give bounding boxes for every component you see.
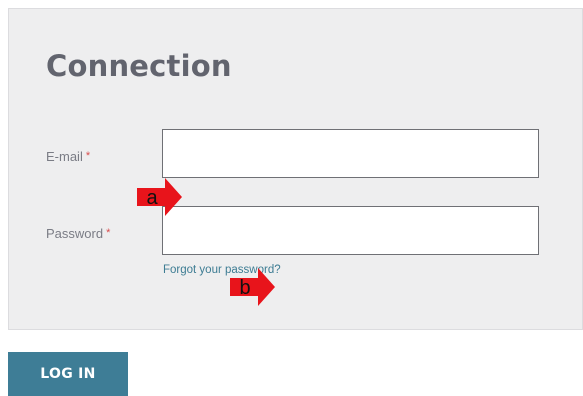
annotation-label-b: b bbox=[239, 277, 251, 299]
password-label: Password * bbox=[46, 226, 110, 241]
email-label: E-mail * bbox=[46, 149, 90, 164]
password-label-text: Password bbox=[46, 226, 104, 241]
login-button[interactable]: LOG IN bbox=[8, 352, 128, 396]
annotation-label-a: a bbox=[146, 187, 158, 209]
login-page: Connection E-mail * Password * Forgot your… bbox=[0, 0, 583, 396]
password-field[interactable] bbox=[162, 206, 539, 255]
connection-panel: Connection E-mail * Password * Forgot your… bbox=[8, 8, 583, 330]
annotation-marker-b: b bbox=[230, 268, 276, 306]
email-label-text: E-mail bbox=[46, 149, 83, 164]
password-required-mark: * bbox=[106, 227, 111, 239]
email-field[interactable] bbox=[162, 129, 539, 178]
page-title: Connection bbox=[46, 49, 232, 83]
annotation-marker-a: a bbox=[137, 178, 183, 216]
email-required-mark: * bbox=[85, 150, 91, 162]
